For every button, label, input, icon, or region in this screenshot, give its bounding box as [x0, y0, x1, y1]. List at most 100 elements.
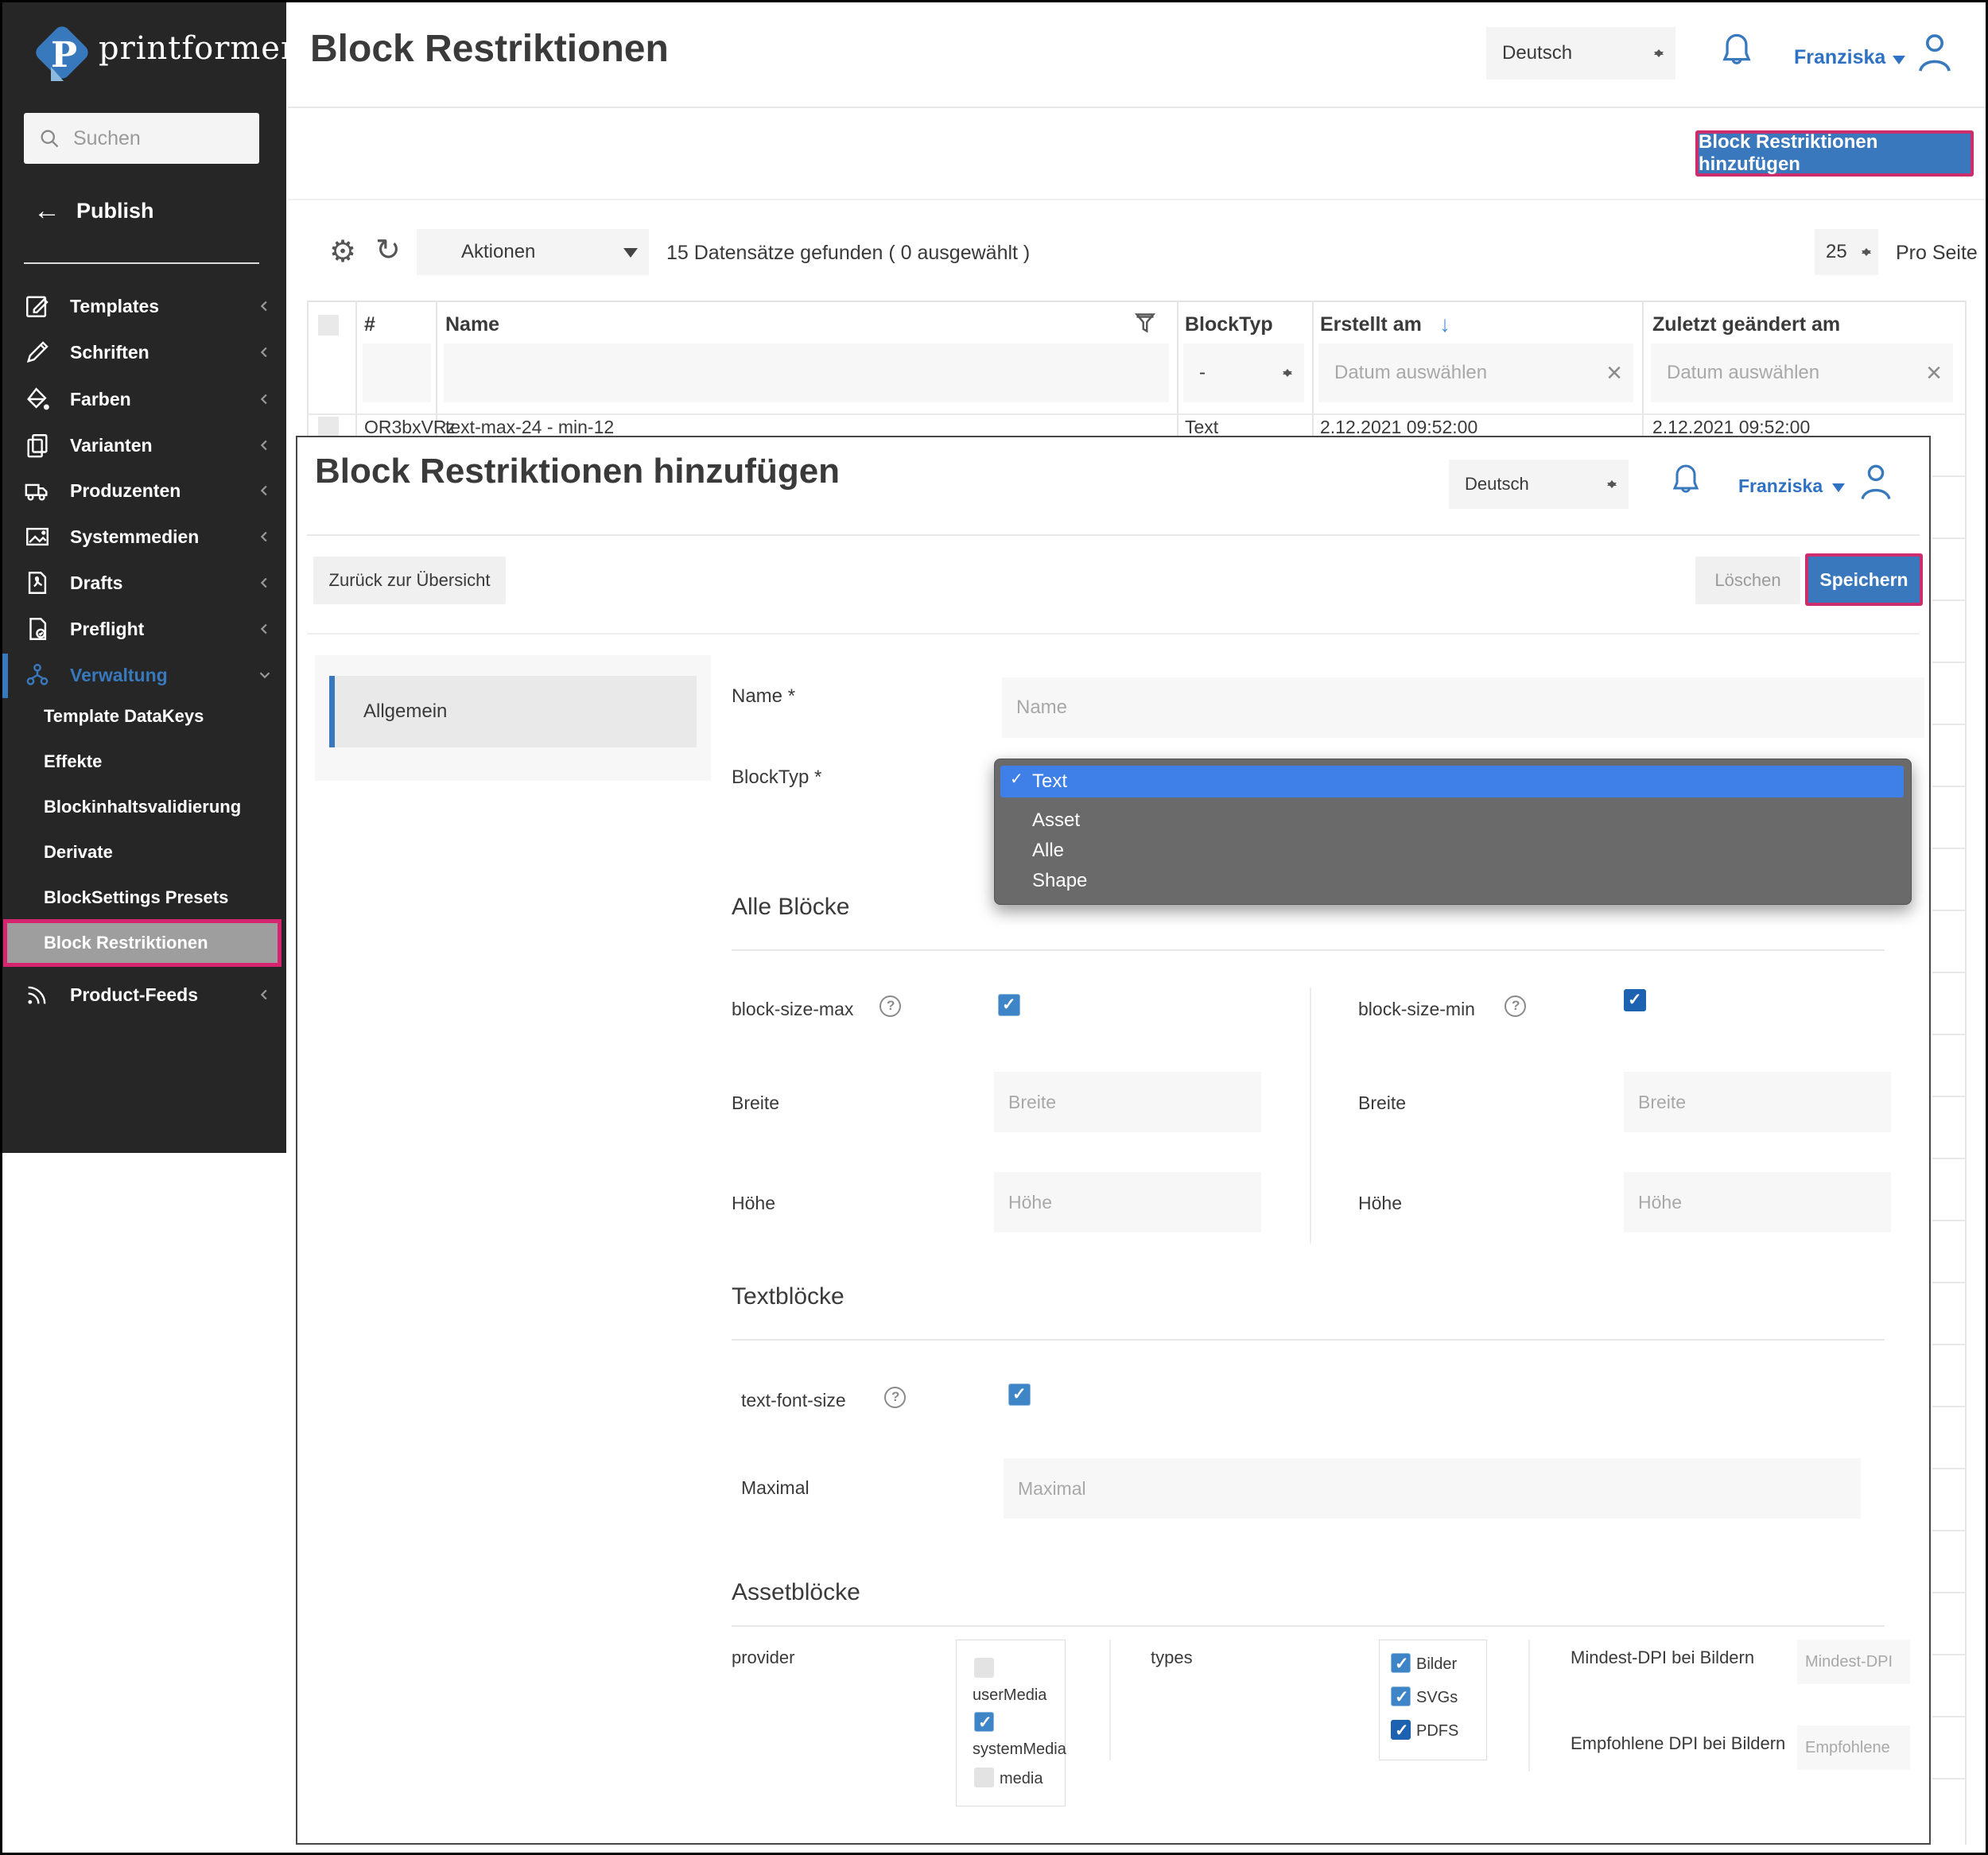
- help-icon[interactable]: [884, 1387, 906, 1408]
- user-avatar-icon[interactable]: [1854, 456, 1897, 506]
- user-menu-caret-icon[interactable]: [1832, 483, 1845, 499]
- types-label: types: [1151, 1647, 1193, 1668]
- sidebar-item-systemmedien[interactable]: Systemmedien: [0, 514, 286, 560]
- sidebar-item-verwaltung[interactable]: Verwaltung: [0, 652, 286, 698]
- filter-type-select[interactable]: -: [1183, 343, 1304, 402]
- clear-icon[interactable]: ×: [1926, 359, 1942, 386]
- row-modified: 2.12.2021 09:52:00: [1652, 417, 1810, 438]
- sidebar-item-template-datakeys[interactable]: Template DataKeys: [44, 706, 204, 727]
- table-right-border: [1965, 301, 1967, 1845]
- help-icon[interactable]: [1505, 995, 1526, 1017]
- sidebar-item-schriften[interactable]: Schriften: [0, 329, 286, 375]
- min-dpi-input[interactable]: [1797, 1640, 1910, 1684]
- pages-icon: [24, 432, 51, 459]
- row-checkbox[interactable]: [318, 417, 339, 437]
- hoehe-min-input[interactable]: [1624, 1172, 1891, 1232]
- userMedia-checkbox[interactable]: [974, 1658, 994, 1678]
- section-divider: [732, 1339, 1885, 1341]
- table-col-border: [1642, 301, 1644, 436]
- col-header-type[interactable]: BlockTyp: [1185, 313, 1273, 336]
- sidebar-item-blockinhaltsvalidierung[interactable]: Blockinhaltsvalidierung: [44, 797, 241, 817]
- select-all-checkbox[interactable]: [318, 315, 339, 336]
- blocktyp-option-shape[interactable]: Shape: [1000, 866, 1904, 896]
- sidebar-item-block-restriktionen-active[interactable]: Block Restriktionen: [3, 919, 282, 967]
- user-menu-caret-icon[interactable]: [1893, 56, 1905, 71]
- actions-select[interactable]: Aktionen: [417, 229, 649, 275]
- chevron-left-icon: [256, 297, 274, 315]
- group-divider: [1109, 1640, 1111, 1760]
- delete-button[interactable]: Löschen: [1695, 557, 1800, 604]
- text-font-size-checkbox[interactable]: [1008, 1383, 1031, 1406]
- col-header-modified[interactable]: Zuletzt geändert am: [1652, 313, 1840, 336]
- breite-min-input[interactable]: [1624, 1072, 1891, 1132]
- gear-icon[interactable]: ⚙: [329, 234, 356, 270]
- modal-language-select[interactable]: Deutsch: [1449, 460, 1629, 509]
- save-button[interactable]: Speichern: [1805, 553, 1923, 606]
- col-header-id[interactable]: #: [364, 313, 375, 336]
- blocktyp-option-text[interactable]: ✓ Text: [1000, 766, 1904, 797]
- filter-modified-date[interactable]: Datum auswählen ×: [1651, 343, 1953, 402]
- brand-name: printformer: [99, 30, 297, 67]
- svg-text:P: P: [51, 35, 77, 76]
- col-header-name[interactable]: Name: [445, 313, 499, 336]
- chevron-down-icon: [256, 666, 274, 684]
- sidebar-item-produzenten[interactable]: Produzenten: [0, 468, 286, 514]
- refresh-icon[interactable]: ↻: [375, 232, 401, 268]
- block-size-min-checkbox[interactable]: [1624, 989, 1646, 1011]
- column-divider: [1310, 988, 1311, 1244]
- sidebar-item-derivate[interactable]: Derivate: [44, 842, 113, 863]
- table-header-bottom: [307, 413, 1966, 415]
- systemMedia-label: systemMedia: [973, 1741, 1066, 1759]
- sidebar-item-varianten[interactable]: Varianten: [0, 422, 286, 468]
- tab-panel: Allgemein: [315, 655, 711, 781]
- filter-id-input[interactable]: [363, 343, 431, 402]
- notification-bell-icon[interactable]: [1716, 29, 1757, 76]
- clear-icon[interactable]: ×: [1606, 359, 1622, 386]
- blocktyp-option-alle[interactable]: Alle: [1000, 836, 1904, 866]
- filter-funnel-icon[interactable]: [1131, 309, 1159, 337]
- user-avatar-icon[interactable]: [1912, 25, 1958, 78]
- language-select[interactable]: Deutsch: [1486, 27, 1675, 80]
- sidebar-item-drafts[interactable]: Drafts: [0, 560, 286, 606]
- modal-title: Block Restriktionen hinzufügen: [315, 452, 840, 491]
- col-header-created[interactable]: Erstellt am: [1320, 313, 1422, 336]
- tab-allgemein[interactable]: Allgemein: [329, 676, 697, 747]
- per-page-select[interactable]: 25: [1815, 229, 1878, 275]
- media-label: media: [1000, 1770, 1043, 1788]
- blocktyp-option-asset[interactable]: Asset: [1000, 805, 1904, 836]
- back-to-overview-button[interactable]: Zurück zur Übersicht: [313, 557, 506, 604]
- header-divider: [288, 107, 1988, 108]
- systemMedia-checkbox[interactable]: [974, 1712, 994, 1732]
- row-id: OR3bxVRz: [364, 417, 456, 438]
- chevron-left-icon: [256, 574, 274, 592]
- svgs-checkbox[interactable]: [1391, 1686, 1411, 1706]
- sidebar-item-product-feeds[interactable]: Product-Feeds: [0, 972, 286, 1018]
- name-input[interactable]: [1002, 677, 1924, 738]
- media-checkbox[interactable]: [974, 1768, 994, 1787]
- sidebar-item-blocksettings-presets[interactable]: BlockSettings Presets: [44, 887, 228, 908]
- sidebar-item-preflight[interactable]: Preflight: [0, 606, 286, 652]
- add-block-restriction-button[interactable]: Block Restriktionen hinzufügen: [1695, 130, 1974, 177]
- back-to-publish[interactable]: ← Publish: [33, 196, 154, 227]
- sort-desc-icon[interactable]: ↓: [1439, 312, 1450, 337]
- blocktyp-dropdown: ✓ Text Asset Alle Shape: [994, 759, 1912, 905]
- user-name[interactable]: Franziska: [1738, 475, 1823, 497]
- maximal-input[interactable]: [1004, 1458, 1861, 1519]
- pdfs-checkbox[interactable]: [1391, 1720, 1411, 1740]
- sidebar-item-effekte[interactable]: Effekte: [44, 751, 102, 772]
- bilder-checkbox[interactable]: [1391, 1653, 1411, 1673]
- user-name[interactable]: Franziska: [1794, 46, 1885, 69]
- section-title-textbloecke: Textblöcke: [732, 1283, 845, 1310]
- breite-max-input[interactable]: [994, 1072, 1261, 1132]
- help-icon[interactable]: [879, 995, 901, 1017]
- sidebar-item-farben[interactable]: Farben: [0, 376, 286, 422]
- filter-name-input[interactable]: [444, 343, 1169, 402]
- hoehe-max-input[interactable]: [994, 1172, 1261, 1232]
- sidebar-search[interactable]: Suchen: [24, 113, 259, 164]
- block-size-max-checkbox[interactable]: [998, 994, 1020, 1016]
- filter-created-date[interactable]: Datum auswählen ×: [1318, 343, 1633, 402]
- notification-bell-icon[interactable]: [1667, 460, 1705, 504]
- rec-dpi-label: Empfohlene DPI bei Bildern: [1571, 1733, 1785, 1754]
- rec-dpi-input[interactable]: [1797, 1725, 1910, 1770]
- sidebar-item-templates[interactable]: Templates: [0, 283, 286, 329]
